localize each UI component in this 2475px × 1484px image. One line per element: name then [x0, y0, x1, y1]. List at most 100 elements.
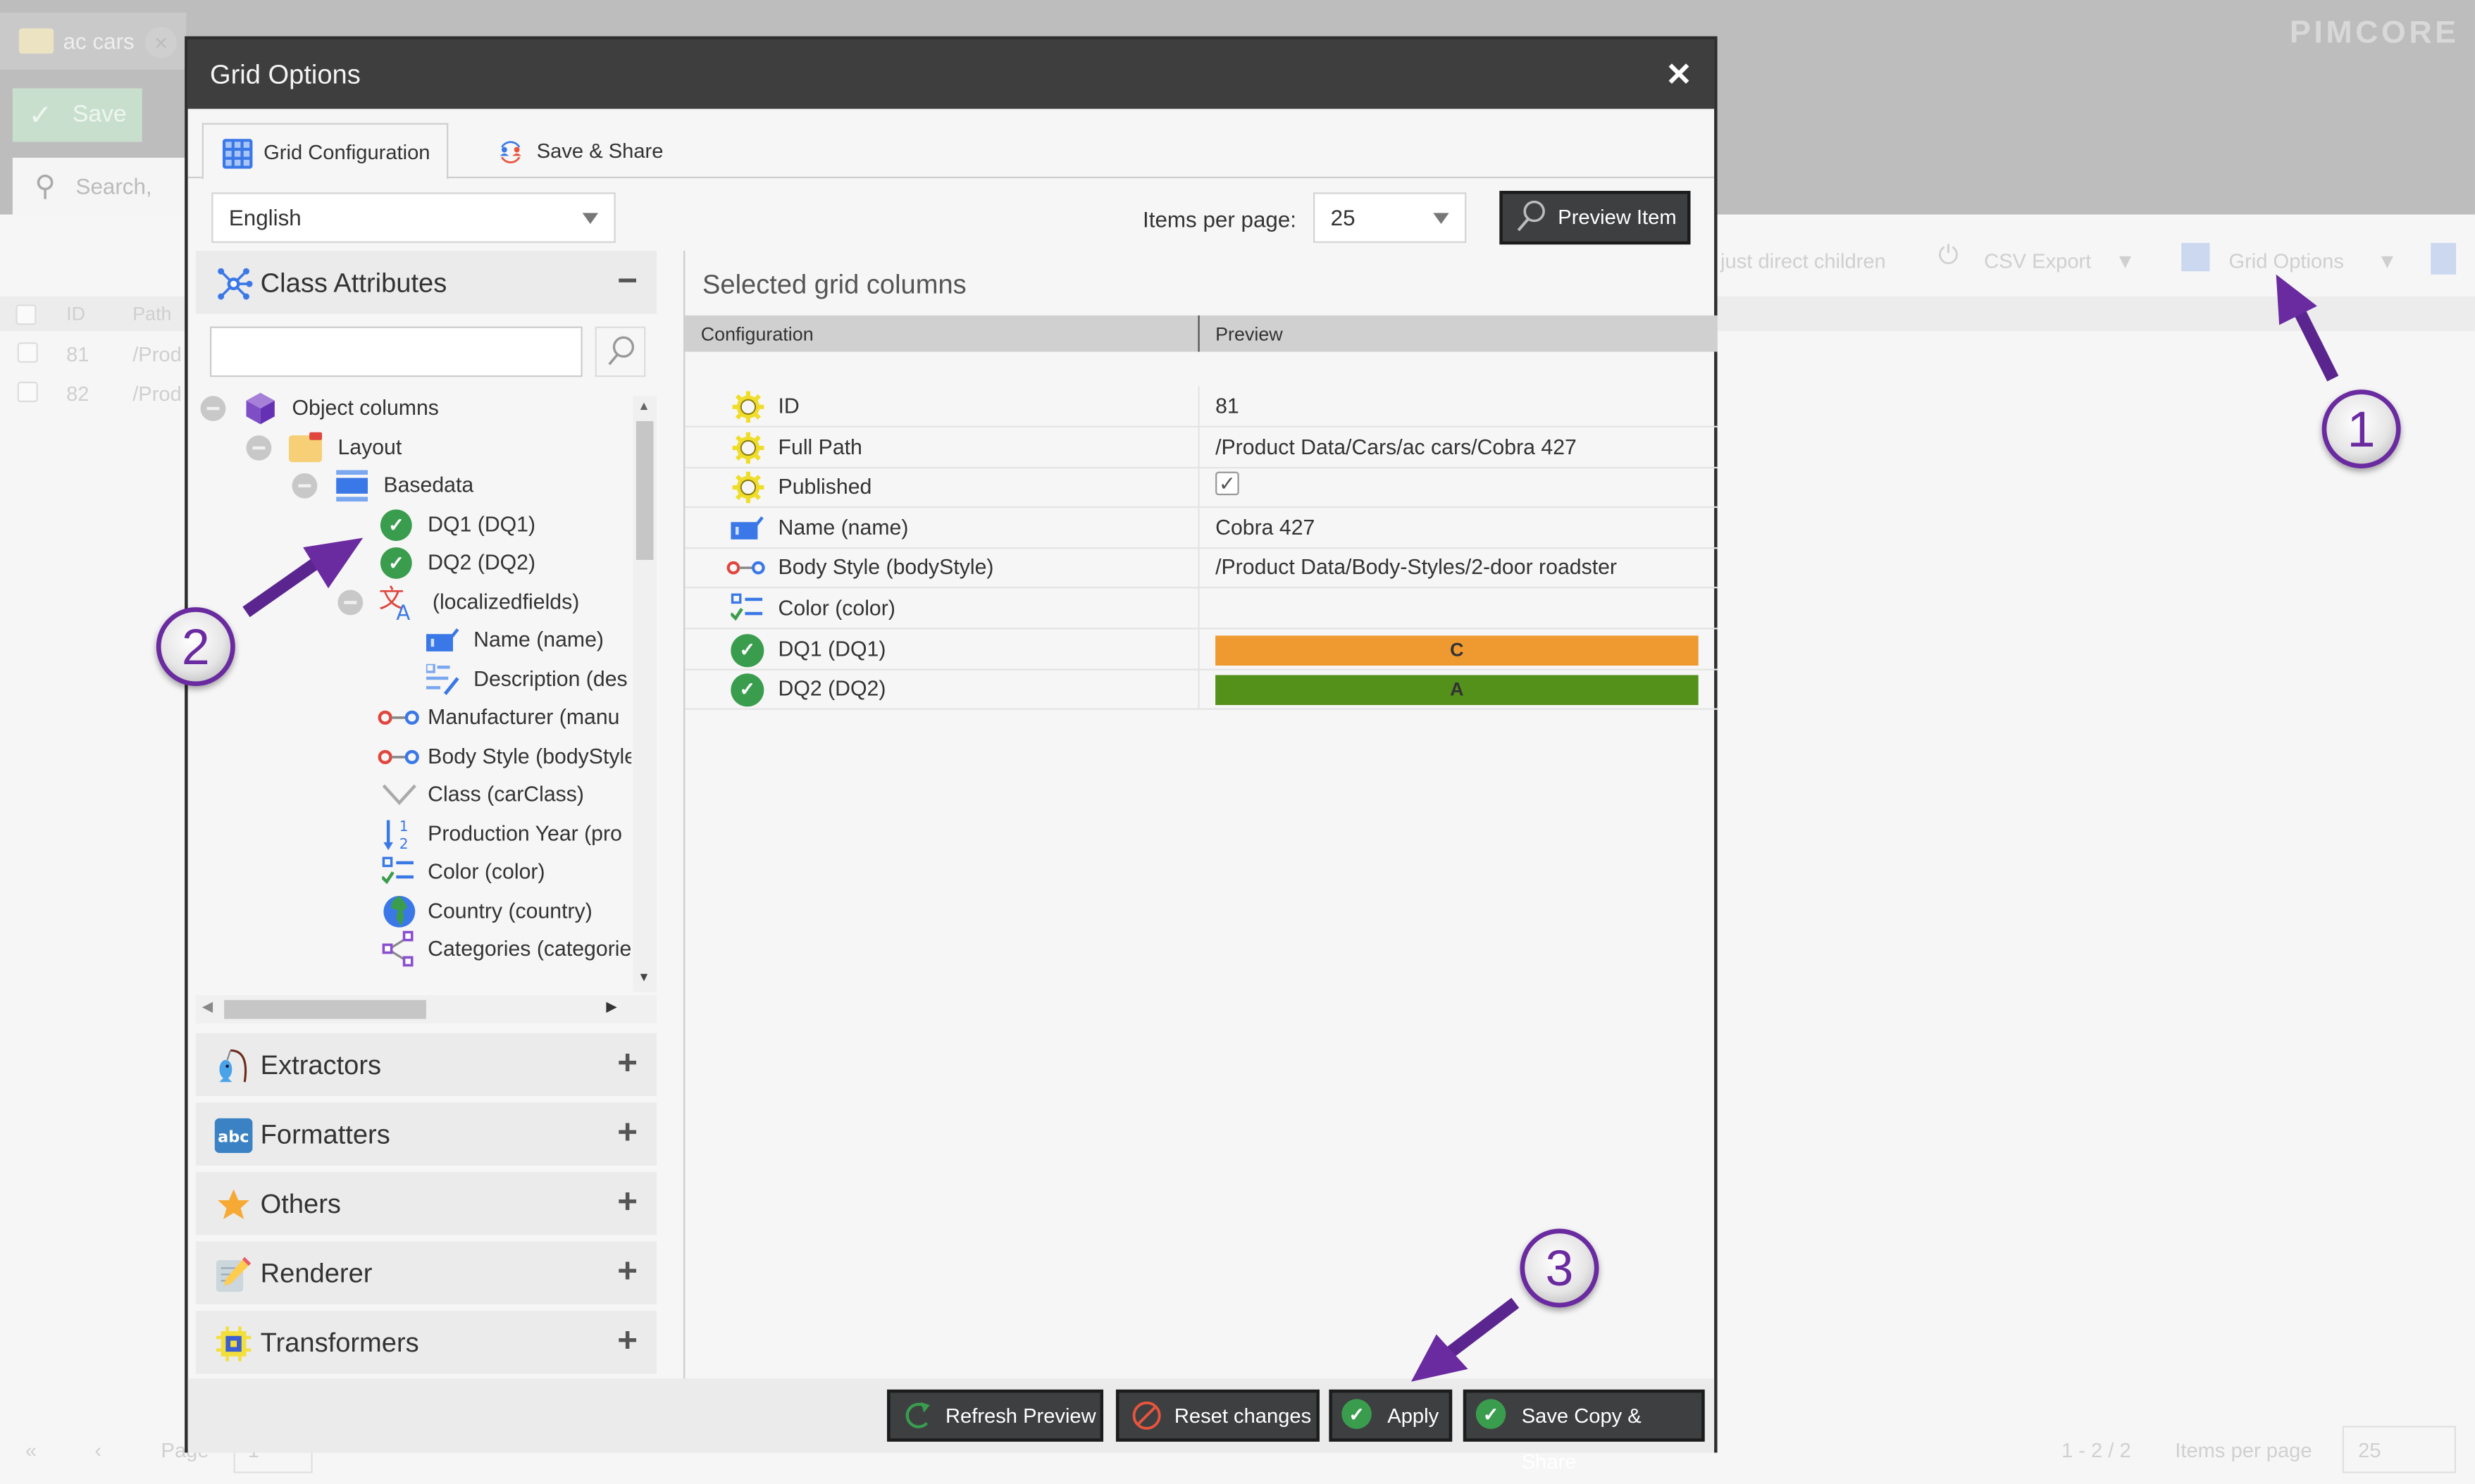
search-icon	[608, 336, 635, 366]
attribute-search-button[interactable]	[595, 326, 646, 378]
collapse-node-icon[interactable]	[246, 434, 272, 460]
expand-icon[interactable]: +	[617, 1042, 638, 1083]
refresh-preview-button[interactable]: Refresh Preview	[887, 1389, 1104, 1442]
node-label: Color (color)	[428, 859, 545, 884]
expand-icon[interactable]: +	[617, 1251, 638, 1292]
node-label: Basedata	[383, 473, 474, 497]
cell-divider	[1198, 426, 1200, 468]
first-page-icon[interactable]: «	[25, 1438, 37, 1462]
close-tab-icon[interactable]: ×	[145, 27, 177, 58]
reset-changes-button[interactable]: Reset changes	[1115, 1389, 1320, 1442]
scroll-right-icon[interactable]: ▶	[606, 999, 617, 1016]
tab-ac-cars[interactable]: ac cars ×	[0, 12, 187, 70]
selected-column-row[interactable]: Body Style (bodyStyle) /Product Data/Body…	[685, 547, 1718, 590]
selected-column-row[interactable]: ✓ DQ2 (DQ2) A	[685, 668, 1718, 711]
node-label: Name (name)	[473, 628, 604, 651]
csv-export-button[interactable]: CSV Export	[1984, 249, 2091, 273]
column-header-id[interactable]: ID	[66, 303, 85, 325]
tree-vertical-scrollbar[interactable]: ▲ ▼	[633, 396, 657, 992]
selected-column-row[interactable]: Name (name) Cobra 427	[685, 507, 1718, 549]
class-attributes-header[interactable]: Class Attributes −	[195, 251, 657, 314]
row-id: 82	[66, 381, 89, 406]
selected-column-row[interactable]: Full Path/Product Data/Cars/ac cars/Cobr…	[685, 426, 1718, 468]
check-icon: ✓	[28, 99, 53, 131]
expand-icon[interactable]: +	[617, 1181, 638, 1222]
tab-grid-configuration[interactable]: Grid Configuration	[201, 123, 448, 180]
column-config-label: Published	[778, 475, 872, 499]
scroll-up-icon[interactable]: ▲	[638, 399, 650, 413]
annotation-arrow-2	[242, 537, 364, 618]
column-resizer[interactable]	[1198, 315, 1200, 352]
pimcore-logo: PIMCORE	[2290, 15, 2460, 51]
grid-options-dialog: Grid Options ✕ Grid Configuration Save &…	[185, 36, 1718, 1473]
section-transformers[interactable]: Transformers +	[195, 1310, 657, 1374]
selected-column-row[interactable]: Published ✓	[685, 467, 1718, 509]
column-header-preview[interactable]: Preview	[1215, 323, 1283, 345]
save-copy-share-button[interactable]: ✓ Save Copy & Share	[1463, 1389, 1705, 1473]
section-renderer[interactable]: Renderer +	[195, 1241, 657, 1304]
export-document-icon[interactable]	[2431, 242, 2457, 275]
section-title: Renderer	[260, 1259, 373, 1289]
node-label: Object columns	[292, 396, 439, 420]
close-icon[interactable]: ✕	[1665, 55, 1692, 94]
check-circle-icon: ✓	[731, 633, 765, 667]
button-label: Refresh Preview	[945, 1404, 1096, 1428]
save-button[interactable]: ✓ Save	[12, 88, 142, 142]
check-circle-icon: ✓	[380, 509, 412, 540]
direct-children-toggle[interactable]: just direct children	[1720, 249, 1886, 273]
section-others[interactable]: Others +	[195, 1171, 657, 1235]
items-per-page-select[interactable]: 25	[1313, 192, 1467, 243]
row-checkbox[interactable]	[17, 342, 38, 363]
scroll-down-icon[interactable]: ▼	[638, 970, 650, 984]
section-title: Others	[260, 1189, 341, 1220]
scrollbar-thumb[interactable]	[224, 999, 426, 1019]
svg-text:1: 1	[399, 817, 409, 834]
cube-icon	[246, 392, 275, 425]
relation-icon	[378, 749, 419, 763]
input-icon	[731, 512, 765, 544]
selected-column-row[interactable]: Color (color)	[685, 588, 1718, 630]
apply-button[interactable]: ✓ Apply	[1329, 1389, 1453, 1442]
expand-icon[interactable]: +	[617, 1320, 638, 1361]
published-checkbox: ✓	[1215, 472, 1239, 496]
scroll-left-icon[interactable]: ◀	[202, 999, 213, 1016]
prev-page-icon[interactable]: ‹	[94, 1438, 101, 1462]
collapse-node-icon[interactable]	[292, 473, 318, 499]
preview-item-button[interactable]: Preview Item	[1499, 190, 1691, 245]
column-config-label: Full Path	[778, 435, 862, 459]
items-per-page-select[interactable]: 25	[2342, 1426, 2457, 1473]
selected-column-row[interactable]: ID 81	[685, 386, 1718, 428]
row-checkbox[interactable]	[17, 381, 38, 403]
expand-icon[interactable]: +	[617, 1112, 638, 1153]
collapse-icon[interactable]: −	[617, 261, 638, 301]
language-select[interactable]: English	[211, 192, 616, 243]
column-config-label: Name (name)	[778, 515, 909, 540]
tab-save-share[interactable]: Save & Share	[477, 123, 679, 180]
node-label: Body Style (bodyStyle	[428, 743, 632, 768]
cell-divider	[1198, 588, 1200, 630]
textarea-icon	[426, 663, 459, 694]
table-row[interactable]: 81 /Prod	[0, 335, 186, 373]
attribute-search-input[interactable]	[209, 326, 583, 378]
column-header-configuration[interactable]: Configuration	[701, 323, 814, 345]
tree-horizontal-scrollbar[interactable]: ◀ ▶	[195, 995, 657, 1024]
cell-divider	[1198, 467, 1200, 509]
selected-column-row[interactable]: ✓ DQ1 (DQ1) C	[685, 628, 1718, 670]
column-header-path[interactable]: Path	[132, 303, 171, 325]
scrollbar-thumb[interactable]	[635, 420, 654, 560]
search-icon: ⚲	[35, 170, 56, 202]
collapse-node-icon[interactable]	[200, 396, 226, 421]
relation-icon	[726, 553, 765, 585]
section-formatters[interactable]: abc Formatters +	[195, 1102, 657, 1166]
pager-range: 1 - 2 / 2	[2061, 1438, 2131, 1462]
section-extractors[interactable]: Extractors +	[195, 1033, 657, 1097]
csv-export-menu-icon[interactable]: ▼	[2115, 249, 2135, 273]
search-field[interactable]: ⚲ Search, Edit	[12, 157, 187, 256]
column-preview-value: Cobra 427	[1215, 515, 1315, 540]
select-all-checkbox[interactable]	[15, 304, 37, 325]
grid-options-menu-icon[interactable]: ▼	[2377, 249, 2398, 273]
node-label: Manufacturer (manu	[428, 705, 620, 729]
cell-divider	[1198, 668, 1200, 711]
system-gear-icon	[731, 472, 765, 504]
table-row[interactable]: 82 /Prod	[0, 374, 186, 412]
